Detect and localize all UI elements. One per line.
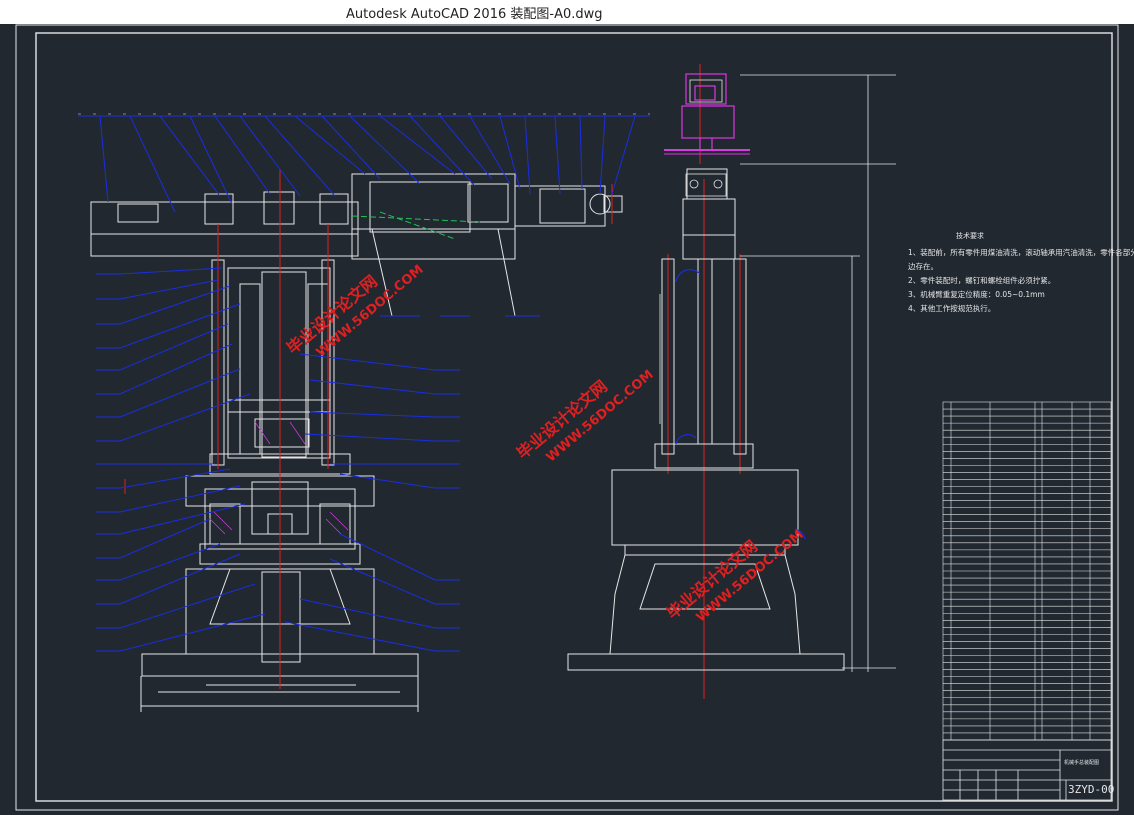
drawing-canvas[interactable]: 技术要求 1、装配前，所有零件用煤油清洗，滚动轴承用汽油清洗，零件各部分无毛刺和… <box>0 24 1134 815</box>
drawing-number: 3ZYD-00 <box>1068 783 1114 796</box>
front-view-hatching <box>209 421 349 535</box>
tech-requirements: 技术要求 1、装配前，所有零件用煤油清洗，滚动轴承用汽油清洗，零件各部分无毛刺和… <box>908 231 1134 313</box>
window-titlebar: Autodesk AutoCAD 2016 装配图-A0.dwg <box>0 0 1134 24</box>
tech-req-1: 1、装配前，所有零件用煤油清洗，滚动轴承用汽油清洗，零件各部分无毛刺和锐 <box>908 247 1134 257</box>
tech-req-title: 技术要求 <box>956 231 984 240</box>
drawing-svg: 技术要求 1、装配前，所有零件用煤油清洗，滚动轴承用汽油清洗，零件各部分无毛刺和… <box>15 24 1134 811</box>
window-title: Autodesk AutoCAD 2016 装配图-A0.dwg <box>346 7 603 22</box>
tech-req-2: 2、零件装配时，螺钉和螺栓组件必须拧紧。 <box>908 275 1055 285</box>
tech-req-4: 4、其他工作按规范执行。 <box>908 303 995 313</box>
watermark-2: 毕业设计论文网 WWW.56DOC.COM <box>513 367 657 465</box>
leader-lines <box>78 115 650 652</box>
tech-req-3: 3、机械臂重复定位精度：0.05~0.1mm <box>908 289 1045 299</box>
parts-list <box>942 401 1112 741</box>
watermark-3: 毕业设计论文网 WWW.56DOC.COM <box>663 527 807 625</box>
watermark-1: 毕业设计论文网 WWW.56DOC.COM <box>283 262 427 360</box>
drawing-name: 机械手总装配图 <box>1064 759 1099 766</box>
green-dash <box>351 211 481 240</box>
gripper-detail <box>664 73 750 155</box>
tech-req-1b: 边存在。 <box>908 261 938 271</box>
